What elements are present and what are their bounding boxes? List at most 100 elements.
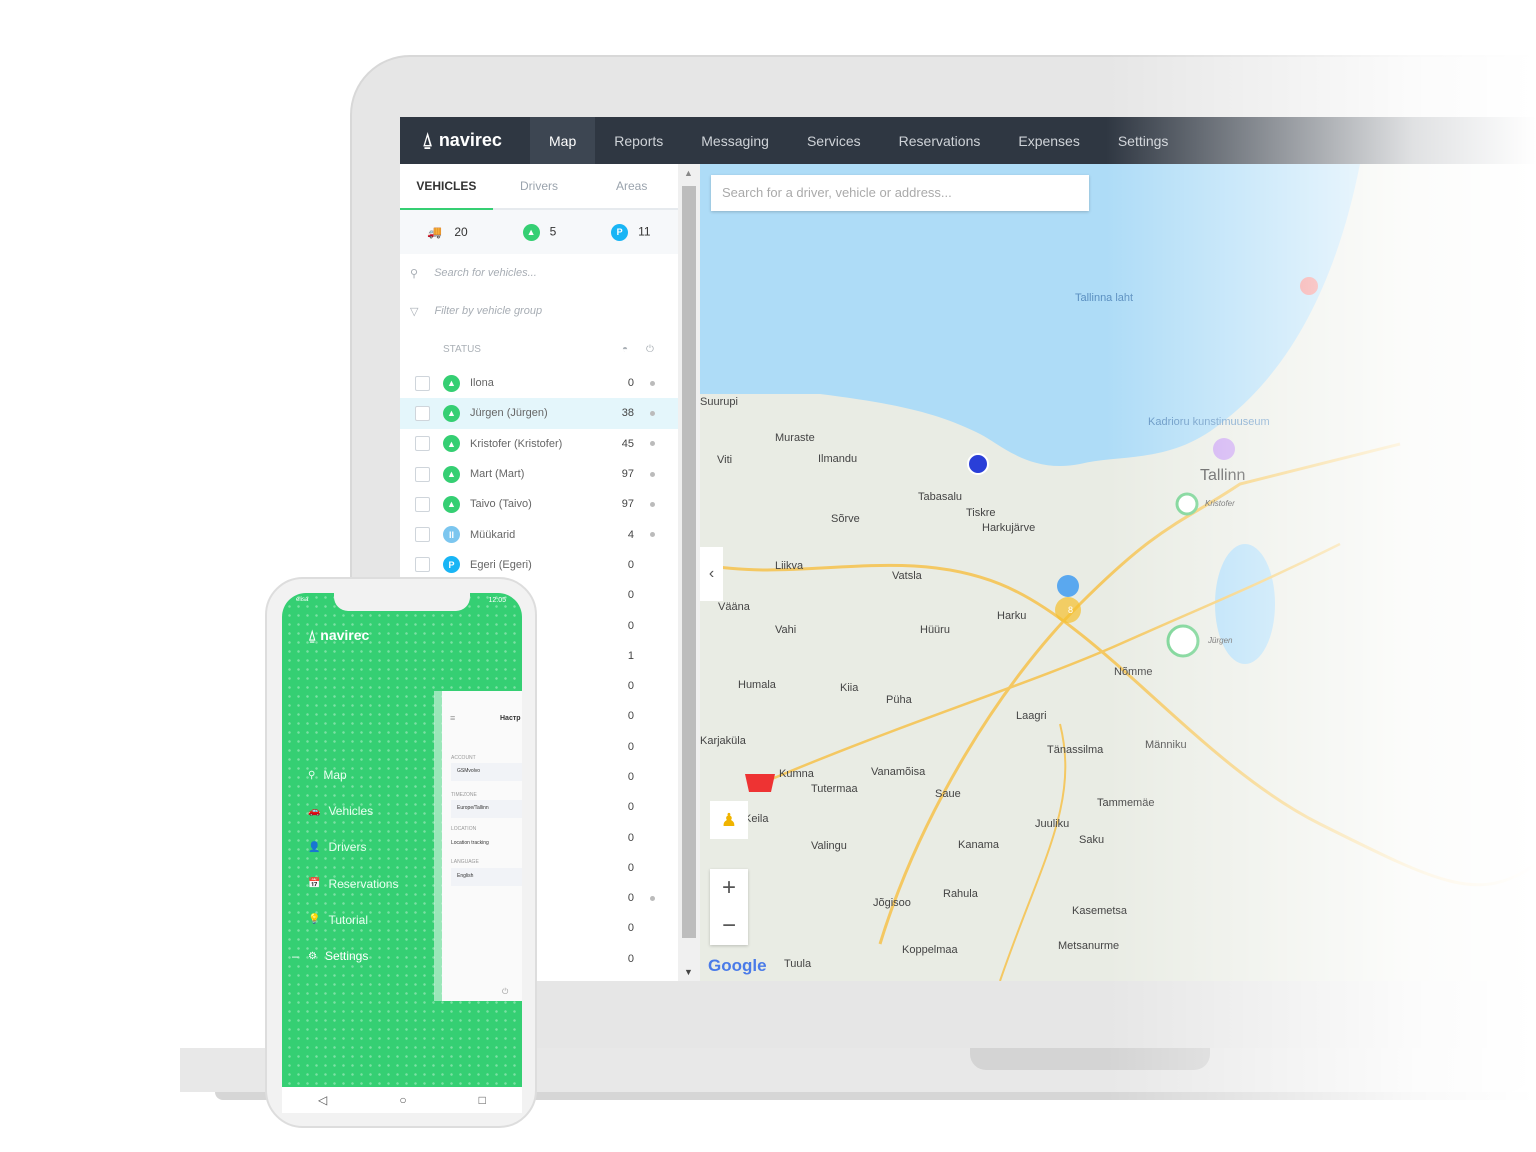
- account-field[interactable]: GSMvolvo: [451, 763, 522, 781]
- count-total[interactable]: 🚚 20: [427, 225, 467, 239]
- trophy-marker[interactable]: [745, 774, 775, 792]
- vehicle-value: 0: [627, 892, 634, 905]
- timezone-field[interactable]: Europe/Tallinn: [451, 800, 522, 818]
- moving-status-icon: ▲: [443, 404, 460, 422]
- row-checkbox[interactable]: [415, 466, 430, 482]
- paused-status-icon: II: [443, 526, 460, 544]
- vehicle-row[interactable]: ▲ Mart (Mart) 97: [400, 459, 678, 489]
- nav-expenses[interactable]: Expenses: [999, 117, 1098, 164]
- phone-menu-drivers[interactable]: 👤 Drivers: [308, 840, 366, 854]
- hamburger-icon[interactable]: ≡: [450, 713, 455, 723]
- map-label: Sõrve: [831, 513, 860, 525]
- phone-menu-settings[interactable]: – ⚙ Settings: [292, 949, 368, 963]
- map[interactable]: 8 Tallinna laht Muraste Ilmandu Vääna Tabasa…: [700, 164, 1536, 981]
- language-field[interactable]: English: [451, 868, 522, 886]
- location-tracking-toggle[interactable]: Location tracking: [451, 840, 489, 846]
- parked-marker[interactable]: [967, 453, 989, 475]
- map-label: Nõmme: [1114, 666, 1153, 678]
- row-checkbox[interactable]: [415, 375, 430, 391]
- map-search[interactable]: Search for a driver, vehicle or address.…: [711, 175, 1089, 211]
- phone-menu-reservations[interactable]: 📅 Reservations: [308, 877, 398, 891]
- ignition-dot: [650, 410, 655, 416]
- row-checkbox[interactable]: [415, 527, 430, 543]
- ignition-dot: [650, 441, 655, 447]
- map-label: Vanamõisa: [871, 766, 926, 778]
- zoom-controls: + −: [710, 869, 748, 945]
- google-logo[interactable]: Google: [708, 956, 767, 976]
- map-label: Tabasalu: [918, 491, 963, 503]
- map-search-input[interactable]: Search for a driver, vehicle or address.…: [722, 185, 952, 200]
- scroll-down-icon[interactable]: ▼: [684, 967, 693, 977]
- power-icon: ⏻: [646, 343, 654, 355]
- tab-vehicles[interactable]: VEHICLES: [400, 164, 493, 210]
- moving-icon: ▲: [522, 223, 540, 241]
- tab-areas[interactable]: Areas: [585, 164, 678, 208]
- nav-reports[interactable]: Reports: [595, 117, 682, 164]
- carrier: elisa: [296, 597, 309, 603]
- zoom-out-button[interactable]: −: [710, 907, 748, 945]
- map-label: Püha: [886, 694, 912, 706]
- back-icon[interactable]: ◁: [318, 1093, 327, 1107]
- street-view-button[interactable]: ♟: [710, 801, 748, 839]
- phone-menu-vehicles[interactable]: 🚗 Vehicles: [308, 804, 373, 818]
- row-checkbox[interactable]: [415, 436, 430, 452]
- scroll-up-icon[interactable]: ▲: [684, 168, 693, 178]
- collapse-sidebar-button[interactable]: ‹: [700, 547, 723, 601]
- nav-services[interactable]: Services: [788, 117, 880, 164]
- alert-marker[interactable]: [1300, 277, 1318, 295]
- nav-reservations[interactable]: Reservations: [880, 117, 1000, 164]
- map-label: Kadrioru kunstimuuseum: [1148, 416, 1270, 428]
- scroll-thumb[interactable]: [682, 186, 696, 938]
- map-label: Karjaküla: [700, 735, 746, 747]
- count-moving[interactable]: ▲ 5: [522, 223, 556, 241]
- parked-status-icon: P: [443, 556, 460, 574]
- home-icon[interactable]: ○: [399, 1093, 406, 1107]
- vehicle-marker-kristofer[interactable]: [1175, 492, 1199, 516]
- nav-messaging[interactable]: Messaging: [682, 117, 788, 164]
- vehicle-marker-jurgen[interactable]: [1166, 624, 1200, 658]
- map-label: Rahula: [943, 888, 978, 900]
- map-label: Kanama: [958, 839, 999, 851]
- vehicle-name: Kristofer (Kristofer): [470, 437, 563, 450]
- vehicle-search[interactable]: ⚲ Search for vehicles...: [400, 254, 678, 292]
- row-checkbox[interactable]: [415, 405, 430, 421]
- recents-icon[interactable]: □: [479, 1093, 486, 1107]
- sidebar-scrollbar[interactable]: ▲ ▼: [678, 164, 700, 981]
- vehicle-row[interactable]: ▲ Ilona 0: [400, 368, 678, 398]
- map-label: Kristofer: [1205, 499, 1235, 508]
- cluster-count: 8: [1068, 605, 1074, 615]
- phone-menu-label: Drivers: [328, 840, 367, 855]
- vehicle-value: 97: [621, 468, 634, 481]
- vehicle-value: 0: [627, 922, 634, 935]
- location-marker[interactable]: [1057, 575, 1079, 597]
- logo[interactable]: ⍙ navirec: [400, 117, 530, 164]
- logout-icon[interactable]: ⏻: [502, 987, 508, 997]
- vehicle-row[interactable]: ▲ Jürgen (Jürgen) 38: [400, 398, 678, 429]
- map-label: Saue: [935, 788, 961, 800]
- poi-marker[interactable]: [1213, 438, 1235, 460]
- group-filter[interactable]: ▽ Filter by vehicle group: [400, 292, 678, 330]
- clock: 12:05: [488, 597, 506, 604]
- status-header[interactable]: STATUS: [443, 344, 481, 355]
- vehicle-value: 97: [621, 498, 634, 511]
- vehicle-search-input[interactable]: Search for vehicles...: [434, 267, 537, 279]
- vehicle-value: 0: [627, 710, 634, 723]
- zoom-in-button[interactable]: +: [710, 869, 748, 907]
- tab-drivers[interactable]: Drivers: [493, 164, 586, 208]
- vehicle-value: 0: [627, 740, 634, 753]
- row-checkbox[interactable]: [415, 557, 430, 573]
- count-parked[interactable]: P 11: [611, 223, 651, 241]
- phone-menu-tutorial[interactable]: 💡 Tutorial: [308, 913, 368, 927]
- vehicle-row[interactable]: ▲ Taivo (Taivo) 97: [400, 489, 678, 519]
- map-label: Suurupi: [700, 396, 738, 408]
- nav-map[interactable]: Map: [530, 117, 596, 164]
- phone-menu-map[interactable]: ⚲ Map: [308, 768, 347, 782]
- vehicle-row[interactable]: II Müükarid 4: [400, 519, 678, 549]
- vehicle-row[interactable]: ▲ Kristofer (Kristofer) 45: [400, 429, 678, 459]
- phone-menu-label: Map: [323, 768, 347, 782]
- row-checkbox[interactable]: [415, 496, 430, 512]
- group-filter-input[interactable]: Filter by vehicle group: [434, 305, 542, 317]
- vehicle-row[interactable]: P Egeri (Egeri) 0: [400, 550, 678, 580]
- nav-settings[interactable]: Settings: [1099, 117, 1188, 164]
- map-label: Ilmandu: [818, 453, 858, 465]
